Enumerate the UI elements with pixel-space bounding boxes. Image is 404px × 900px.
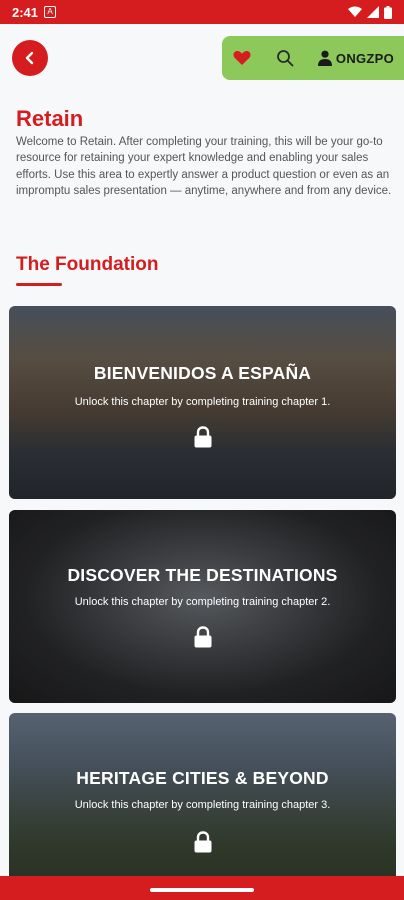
- favorites-button[interactable]: [222, 36, 262, 80]
- lock-icon: [194, 831, 211, 853]
- card-title: BIENVENIDOS A ESPAÑA: [93, 363, 312, 383]
- card-title: HERITAGE CITIES & BEYOND: [76, 768, 329, 788]
- intro-text: Welcome to Retain. After completing your…: [16, 136, 392, 197]
- chapter-card-1[interactable]: BIENVENIDOS A ESPAÑA Unlock this chapter…: [9, 306, 396, 499]
- status-time: 2:41: [12, 4, 39, 20]
- chapter-card-3[interactable]: HERITAGE CITIES & BEYOND Unlock this cha…: [9, 713, 396, 876]
- app-header: ONGZPO: [0, 24, 404, 96]
- section-underline: [16, 283, 62, 286]
- user-name: ONGZPO: [335, 50, 395, 66]
- status-bar: 2:41 A: [0, 0, 404, 24]
- status-icons: [348, 5, 392, 19]
- section-title: The Foundation: [16, 254, 159, 275]
- battery-icon: [384, 5, 392, 19]
- header-toolbar: ONGZPO: [222, 36, 404, 80]
- card-subtitle: Unlock this chapter by completing traini…: [74, 596, 331, 608]
- back-arrow-icon: [25, 51, 34, 65]
- profile-button[interactable]: ONGZPO: [308, 36, 404, 80]
- heart-icon: [233, 50, 251, 65]
- search-icon: [277, 50, 294, 67]
- notification-icon: A: [44, 6, 57, 18]
- page-title: Retain: [16, 106, 84, 131]
- card-subtitle: Unlock this chapter by completing traini…: [74, 799, 331, 811]
- wifi-icon: [348, 6, 362, 17]
- lock-icon: [194, 626, 211, 648]
- system-navigation-bar: [0, 876, 404, 900]
- home-gesture-handle[interactable]: [150, 888, 254, 892]
- back-button[interactable]: [12, 40, 48, 76]
- lock-icon: [194, 426, 211, 448]
- card-subtitle: Unlock this chapter by completing traini…: [74, 396, 331, 408]
- main-content: Retain Welcome to Retain. After completi…: [0, 96, 404, 876]
- chapter-card-2[interactable]: DISCOVER THE DESTINATIONS Unlock this ch…: [9, 510, 396, 703]
- card-title: DISCOVER THE DESTINATIONS: [67, 565, 338, 585]
- user-icon: [317, 50, 332, 66]
- search-button[interactable]: [262, 36, 308, 80]
- signal-icon: [367, 6, 379, 18]
